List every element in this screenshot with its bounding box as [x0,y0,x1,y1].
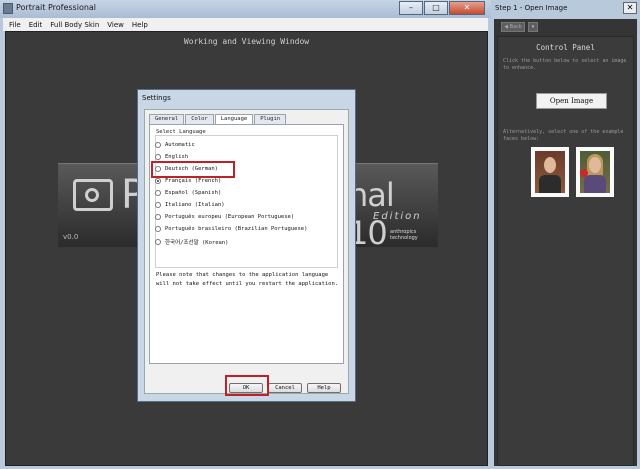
option-automatic[interactable]: Automatic [155,142,195,148]
rose-decoration [580,169,588,177]
example-face-2[interactable] [576,147,614,197]
option-english[interactable]: English [155,154,188,160]
control-panel-title: Control Panel [536,43,595,52]
radio-button[interactable] [155,202,161,208]
language-panel: Select Language Automatic English Deutsc… [149,124,344,364]
back-button[interactable]: ◀ Back [501,22,525,32]
open-instruction: Click the button below to select an imag… [503,58,627,71]
camera-icon [73,179,113,211]
menu-help[interactable]: Help [132,21,148,29]
group-label: Select Language [156,129,206,135]
radio-button[interactable] [155,226,161,232]
example-photo-2 [580,151,610,193]
menu-edit[interactable]: Edit [29,21,43,29]
option-label: Français (French) [165,178,222,184]
menu-bar: File Edit Full Body Skin View Help [3,18,488,31]
figure-face [589,157,601,173]
brand-logo: anthropics technology [390,229,418,241]
radio-button[interactable] [155,214,161,220]
radio-button[interactable] [155,239,161,245]
control-panel-window: Step 1 - Open Image ✕ ◀ Back ▾ Control P… [491,0,640,469]
side-close-button[interactable]: ✕ [623,2,637,14]
option-italian[interactable]: Italiano (Italian) [155,202,225,208]
window-title: Portrait Professional [16,3,97,12]
radio-button[interactable] [155,142,161,148]
option-label: 한국어/조선말 (Korean) [165,240,229,246]
option-label: Italiano (Italian) [165,202,225,208]
radio-button-selected[interactable] [155,178,161,184]
side-panel: ◀ Back ▾ Control Panel Click the button … [494,19,637,466]
option-label: Português europeu (European Portuguese) [165,214,295,220]
option-label: English [165,154,189,160]
app-icon [3,3,13,14]
settings-dialog: Settings General Color Language Plugin S… [137,89,356,402]
radio-button[interactable] [155,154,161,160]
example-photo-1 [535,151,565,193]
option-label: Español (Spanish) [165,190,222,196]
figure-body [539,175,561,193]
figure-body [584,175,606,193]
highlight-french-option [151,161,235,178]
control-panel: Control Panel Click the button below to … [497,36,634,466]
close-button[interactable]: ✕ [449,1,485,15]
menu-file[interactable]: File [9,21,21,29]
example-face-1[interactable] [531,147,569,197]
side-window-title: Step 1 - Open Image [495,4,568,12]
radio-button[interactable] [155,190,161,196]
dialog-body: General Color Language Plugin Select Lan… [144,109,349,394]
work-area-title: Working and Viewing Window [183,37,310,46]
maximize-button[interactable]: □ [424,1,448,15]
open-image-button[interactable]: Open Image [536,93,607,109]
menu-view[interactable]: View [107,21,124,29]
option-european-portuguese[interactable]: Português europeu (European Portuguese) [155,214,294,220]
figure-face [544,157,556,173]
window-controls: – □ ✕ [398,1,485,15]
help-button[interactable]: Help [307,383,341,393]
option-label: Português brasileiro (Brazilian Portugue… [165,226,308,232]
option-korean[interactable]: 한국어/조선말 (Korean) [155,238,228,246]
example-instruction: Alternatively, select one of the example… [503,129,624,142]
option-french[interactable]: Français (French) [155,178,221,184]
minimize-button[interactable]: – [399,1,423,15]
cancel-button[interactable]: Cancel [268,383,302,393]
option-label: Automatic [165,142,195,148]
title-bar: Portrait Professional – □ ✕ [0,0,491,18]
splash-version: v0.0 [63,233,79,241]
option-spanish[interactable]: Español (Spanish) [155,190,221,196]
highlight-ok-button [225,375,269,396]
splash-edition: Edition [373,211,422,222]
menu-full-body-skin[interactable]: Full Body Skin [50,21,99,29]
brand-line2: technology [390,235,418,241]
dialog-title: Settings [142,94,171,102]
chevron-down-icon[interactable]: ▾ [528,22,538,32]
restart-note: Please note that changes to the applicat… [156,272,339,287]
option-brazilian-portuguese[interactable]: Português brasileiro (Brazilian Portugue… [155,226,307,232]
